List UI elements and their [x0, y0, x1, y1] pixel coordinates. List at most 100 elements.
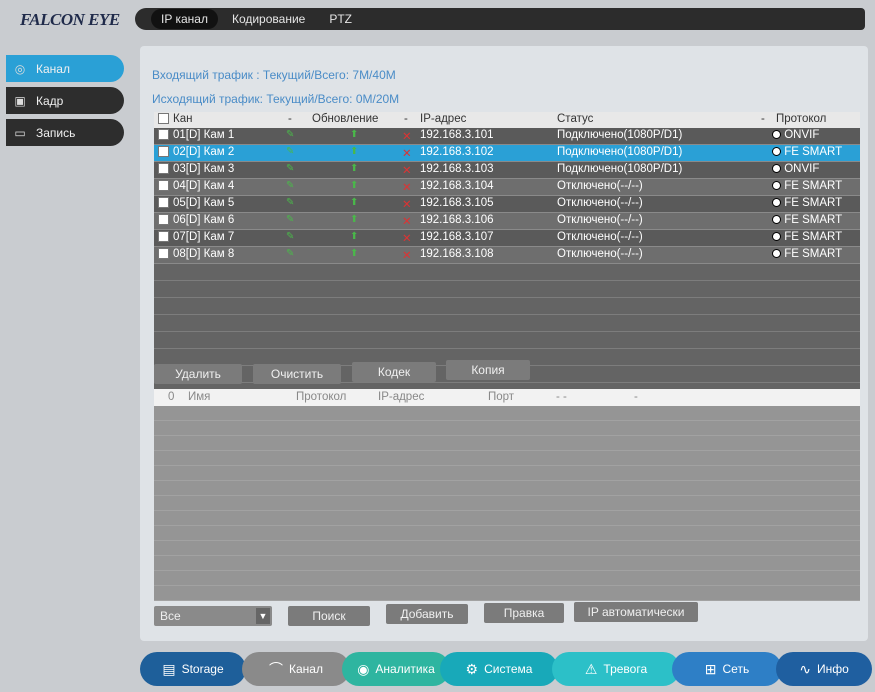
edit-icon[interactable]: ✎	[286, 129, 294, 140]
sidebar-item-channel[interactable]: ◎ Канал	[6, 55, 124, 82]
edit-icon[interactable]: ✎	[286, 197, 294, 208]
row-protocol: FE SMART	[772, 180, 842, 192]
sidebar-item-record[interactable]: ▭ Запись	[6, 119, 124, 146]
header-dash: -	[404, 113, 408, 125]
radio-icon	[772, 232, 781, 242]
delete-icon[interactable]: ✕	[402, 214, 412, 228]
empty-row	[154, 298, 860, 315]
table-row[interactable]: 03[D] Кам 3 ✎ ⬆ ✕ 192.168.3.103 Подключено(10…	[154, 162, 860, 179]
header-ip: IP-адрес	[378, 391, 425, 403]
row-status: Подключено(1080P/D1)	[557, 163, 683, 175]
header-count: 0	[168, 391, 175, 403]
auto-ip-button[interactable]: IP автоматически	[574, 602, 698, 622]
sidebar-item-label: Кадр	[36, 93, 64, 108]
tab-ip-channel[interactable]: IP канал	[151, 9, 218, 29]
nav-info[interactable]: ∿ Инфо	[776, 652, 872, 686]
device-filter-select[interactable]: Все ▼	[154, 606, 272, 626]
update-icon[interactable]: ⬆	[350, 146, 358, 157]
nav-label: Канал	[289, 662, 323, 676]
row-checkbox[interactable]	[158, 248, 169, 260]
nav-analytics[interactable]: ◉ Аналитика	[342, 652, 450, 686]
empty-row	[154, 264, 860, 281]
delete-icon[interactable]: ✕	[402, 197, 412, 211]
select-all-checkbox[interactable]	[158, 113, 169, 125]
add-button[interactable]: Добавить	[386, 604, 468, 624]
nav-label: Storage	[181, 662, 224, 676]
row-checkbox[interactable]	[158, 197, 169, 209]
update-icon[interactable]: ⬆	[350, 248, 358, 259]
edit-icon[interactable]: ✎	[286, 180, 294, 191]
nav-system[interactable]: ⚙ Система	[440, 652, 558, 686]
edit-icon[interactable]: ✎	[286, 214, 294, 225]
header-name: Имя	[188, 391, 211, 403]
network-icon: ⊞	[704, 660, 717, 677]
row-checkbox[interactable]	[158, 163, 169, 175]
copy-button[interactable]: Копия	[446, 360, 530, 380]
chevron-down-icon[interactable]: ▼	[256, 608, 270, 624]
delete-icon[interactable]: ✕	[402, 163, 412, 177]
nav-storage[interactable]: ▤ Storage	[140, 652, 246, 686]
edit-icon[interactable]: ✎	[286, 248, 294, 259]
table-row[interactable]: 02[D] Кам 2 ✎ ⬆ ✕ 192.168.3.102 Подключено(10…	[154, 145, 860, 162]
update-icon[interactable]: ⬆	[350, 197, 358, 208]
empty-row	[154, 436, 860, 451]
table-row[interactable]: 07[D] Кам 7 ✎ ⬆ ✕ 192.168.3.107 Отключено(--/…	[154, 230, 860, 247]
row-checkbox[interactable]	[158, 180, 169, 192]
row-status: Отключено(--/--)	[557, 197, 643, 209]
row-channel: 07[D] Кам 7	[158, 231, 234, 243]
edit-button[interactable]: Правка	[484, 603, 564, 623]
camera-icon: ◎	[14, 61, 26, 76]
header-dash: -	[634, 391, 638, 403]
row-ip: 192.168.3.108	[420, 248, 494, 260]
delete-icon[interactable]: ✕	[402, 129, 412, 143]
table-row[interactable]: 01[D] Кам 1 ✎ ⬆ ✕ 192.168.3.101 Подключено(10…	[154, 128, 860, 145]
edit-icon[interactable]: ✎	[286, 146, 294, 157]
update-icon[interactable]: ⬆	[350, 214, 358, 225]
delete-icon[interactable]: ✕	[402, 146, 412, 160]
row-channel: 06[D] Кам 6	[158, 214, 234, 226]
empty-row	[154, 406, 860, 421]
update-icon[interactable]: ⬆	[350, 180, 358, 191]
search-button[interactable]: Поиск	[288, 606, 370, 626]
row-checkbox[interactable]	[158, 146, 169, 158]
row-status: Отключено(--/--)	[557, 214, 643, 226]
nav-channel[interactable]: ⌒ Канал	[242, 652, 350, 686]
bottom-nav: ▤ Storage ⌒ Канал ◉ Аналитика ⚙ Система ⚠ Тре…	[140, 652, 875, 686]
empty-row	[154, 511, 860, 526]
sidebar-item-frame[interactable]: ▣ Кадр	[6, 87, 124, 114]
radio-icon	[772, 164, 781, 174]
row-checkbox[interactable]	[158, 129, 169, 141]
empty-row	[154, 421, 860, 436]
row-checkbox[interactable]	[158, 214, 169, 226]
empty-row	[154, 451, 860, 466]
delete-button[interactable]: Удалить	[154, 364, 242, 384]
row-status: Отключено(--/--)	[557, 231, 643, 243]
table-row[interactable]: 06[D] Кам 6 ✎ ⬆ ✕ 192.168.3.106 Отключено(--/…	[154, 213, 860, 230]
row-ip: 192.168.3.101	[420, 129, 494, 141]
row-channel: 01[D] Кам 1	[158, 129, 234, 141]
pulse-icon: ∿	[799, 660, 811, 677]
delete-icon[interactable]: ✕	[402, 180, 412, 194]
delete-icon[interactable]: ✕	[402, 248, 412, 262]
update-icon[interactable]: ⬆	[350, 163, 358, 174]
tab-ptz[interactable]: PTZ	[319, 9, 362, 29]
tab-encoding[interactable]: Кодирование	[222, 9, 315, 29]
clear-button[interactable]: Очистить	[253, 364, 341, 384]
edit-icon[interactable]: ✎	[286, 231, 294, 242]
update-icon[interactable]: ⬆	[350, 129, 358, 140]
edit-icon[interactable]: ✎	[286, 163, 294, 174]
empty-row	[154, 586, 860, 601]
empty-row	[154, 466, 860, 481]
row-checkbox[interactable]	[158, 231, 169, 243]
codec-button[interactable]: Кодек	[352, 362, 436, 382]
update-icon[interactable]: ⬆	[350, 231, 358, 242]
table-row[interactable]: 04[D] Кам 4 ✎ ⬆ ✕ 192.168.3.104 Отключено(--/…	[154, 179, 860, 196]
device-table: 0 Имя Протокол IP-адрес Порт - - -	[154, 389, 860, 601]
table-row[interactable]: 05[D] Кам 5 ✎ ⬆ ✕ 192.168.3.105 Отключено(--/…	[154, 196, 860, 213]
radio-icon	[772, 181, 781, 191]
header-dash: -	[761, 113, 765, 125]
nav-alarm[interactable]: ⚠ Тревога	[552, 652, 680, 686]
nav-network[interactable]: ⊞ Сеть	[672, 652, 782, 686]
delete-icon[interactable]: ✕	[402, 231, 412, 245]
table-row[interactable]: 08[D] Кам 8 ✎ ⬆ ✕ 192.168.3.108 Отключено(--/…	[154, 247, 860, 264]
